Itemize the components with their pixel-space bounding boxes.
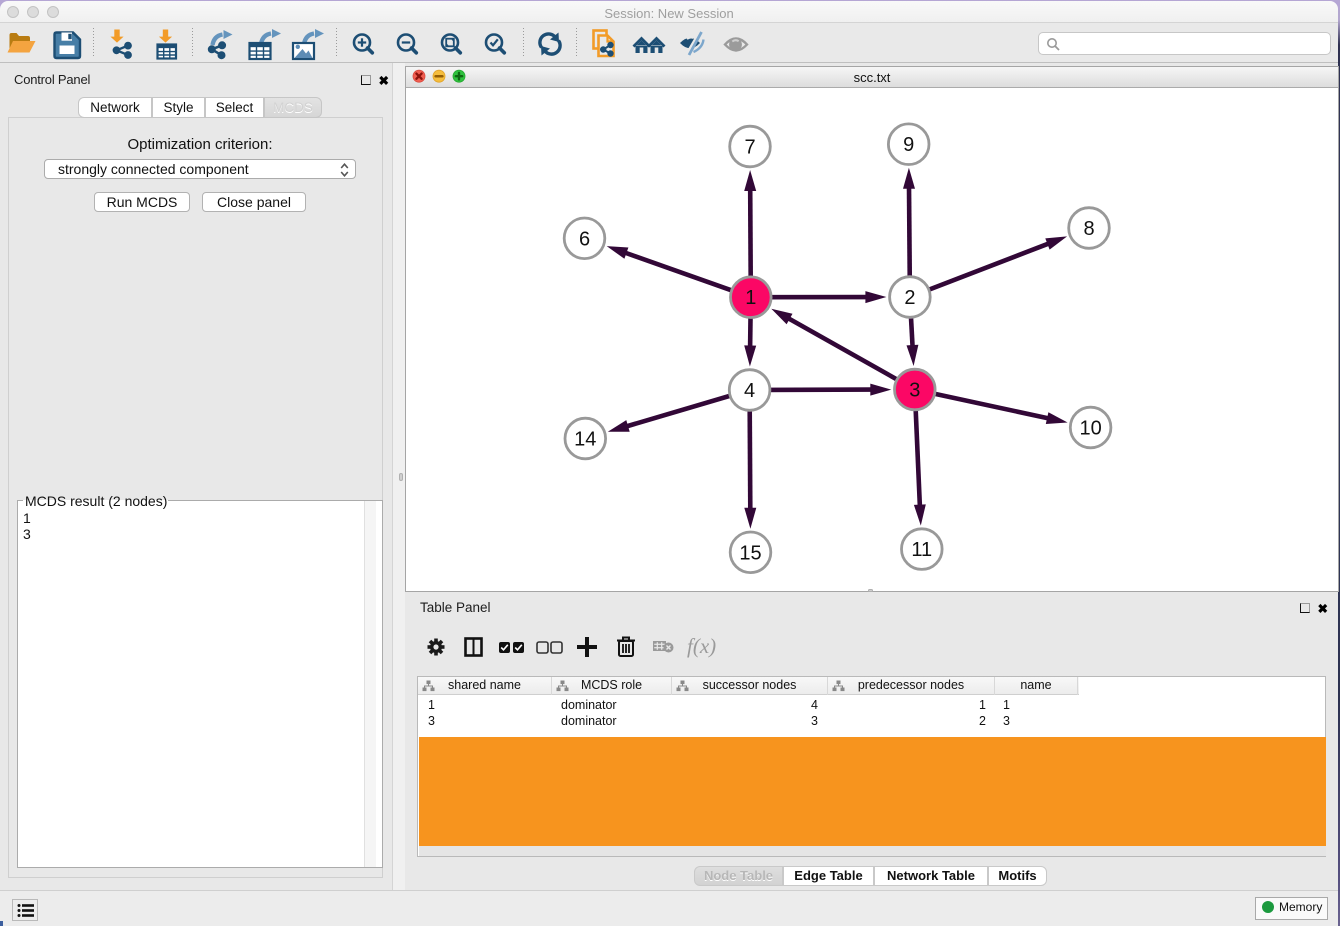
- svg-text:15: 15: [739, 542, 761, 564]
- svg-text:4: 4: [744, 380, 755, 402]
- svg-text:11: 11: [911, 539, 932, 561]
- svg-text:9: 9: [903, 134, 914, 156]
- svg-text:3: 3: [909, 380, 920, 402]
- svg-text:8: 8: [1083, 218, 1094, 240]
- svg-text:7: 7: [744, 137, 755, 159]
- svg-text:10: 10: [1079, 418, 1101, 440]
- svg-text:1: 1: [745, 287, 756, 309]
- svg-text:6: 6: [579, 228, 590, 250]
- svg-text:2: 2: [904, 287, 915, 309]
- svg-text:14: 14: [574, 429, 596, 451]
